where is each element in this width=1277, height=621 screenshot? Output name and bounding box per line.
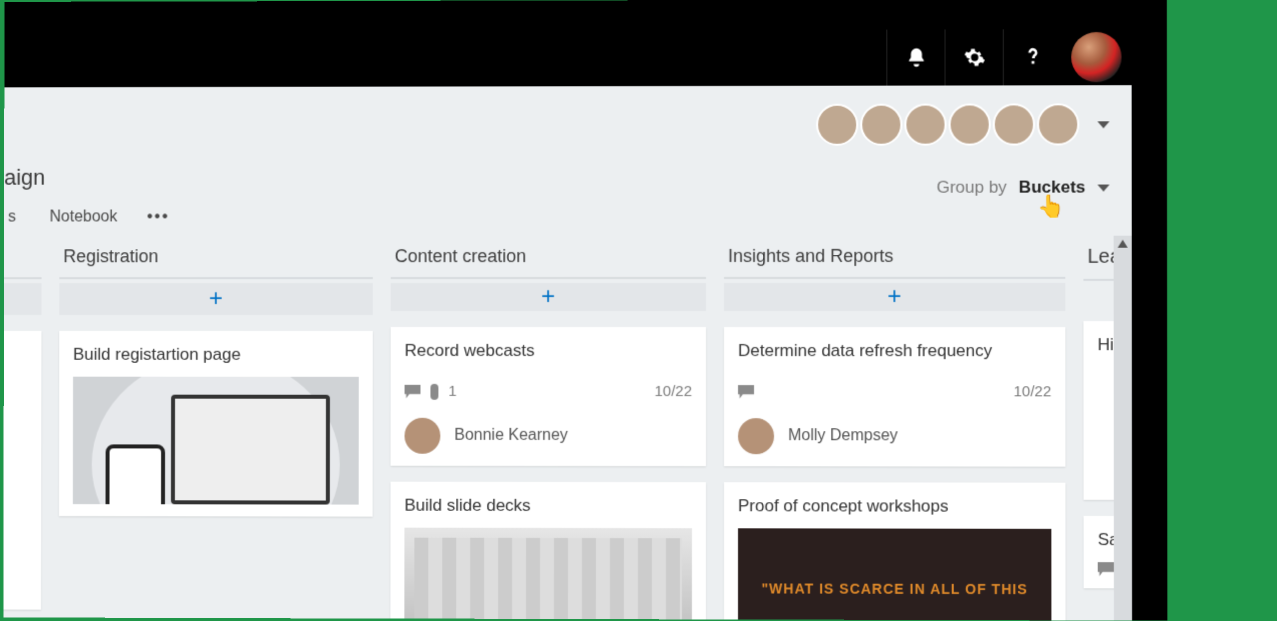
assignee-name: Molly Dempsey (788, 427, 898, 445)
task-meta: 1 10/22 (405, 383, 692, 400)
content-area: aign s Notebook ••• Group by Buckets 👆 (3, 85, 1132, 620)
kanban-board: Registration + Build registartion page (3, 240, 1132, 621)
question-icon (1021, 46, 1043, 68)
task-due-date: 10/22 (654, 383, 692, 400)
bucket-header[interactable] (3, 240, 41, 279)
task-card[interactable]: Proof of concept workshops "WHAT IS SCAR… (724, 482, 1066, 620)
task-title: Proof of concept workshops (738, 496, 1051, 517)
bucket-header[interactable]: Content creation (391, 240, 706, 279)
task-title: Build slide decks (404, 496, 692, 516)
assignee-name: Bonnie Kearney (454, 427, 568, 445)
task-card-partial[interactable] (3, 331, 41, 610)
avatar-image (1071, 32, 1121, 82)
task-card[interactable]: Determine data refresh frequency 10/22 M… (724, 327, 1065, 467)
plan-title: aign (4, 165, 45, 191)
member-avatar[interactable] (1037, 103, 1079, 145)
quote-text: "WHAT IS SCARCE IN ALL OF THIS (762, 578, 1028, 600)
bucket-column-insights: Insights and Reports + Determine data re… (724, 240, 1066, 621)
task-assignee: Bonnie Kearney (405, 418, 692, 454)
group-by-value: Buckets (1019, 178, 1086, 198)
comment-icon (738, 385, 754, 399)
help-button[interactable] (1003, 29, 1061, 85)
bucket-column-content: Content creation + Record webcasts 1 10/… (390, 240, 706, 619)
tab-notebook[interactable]: Notebook (46, 203, 122, 233)
add-task-button[interactable]: + (59, 283, 373, 315)
top-app-bar (4, 29, 1131, 87)
current-user-avatar[interactable] (1061, 29, 1132, 85)
member-avatar[interactable] (816, 104, 858, 146)
task-card[interactable]: Build registartion page (59, 331, 373, 517)
scroll-up-icon (1118, 240, 1128, 248)
task-title: Record webcasts (405, 341, 692, 361)
bucket-column-partial (3, 240, 41, 617)
group-by-control[interactable]: Group by Buckets (936, 178, 1109, 198)
task-preview-image (404, 528, 692, 621)
task-preview-image (73, 377, 359, 505)
member-avatar[interactable] (949, 103, 991, 145)
app-screen: aign s Notebook ••• Group by Buckets 👆 (3, 29, 1132, 621)
assignee-avatar (405, 418, 441, 454)
member-avatar[interactable] (860, 104, 902, 146)
bucket-header[interactable]: Insights and Reports (724, 240, 1065, 279)
task-card[interactable]: Record webcasts 1 10/22 Bonnie Kearney (391, 327, 706, 466)
plan-tabs: s Notebook ••• (4, 202, 170, 232)
comment-icon (405, 384, 421, 398)
vertical-scrollbar[interactable] (1114, 236, 1132, 621)
task-assignee: Molly Dempsey (738, 418, 1051, 454)
tab-partial[interactable]: s (4, 203, 20, 233)
chevron-down-icon (1097, 184, 1109, 191)
group-by-label: Group by (936, 178, 1006, 198)
add-task-button[interactable]: + (724, 283, 1065, 311)
task-title: Build registartion page (73, 345, 359, 365)
tab-more[interactable]: ••• (147, 208, 170, 226)
devices-illustration (92, 377, 340, 505)
add-task-button[interactable]: + (391, 283, 706, 311)
task-due-date: 10/22 (1013, 383, 1051, 400)
gear-icon (963, 46, 985, 68)
task-card[interactable]: Build slide decks (390, 482, 706, 621)
plan-members (818, 103, 1109, 146)
member-avatar[interactable] (904, 104, 946, 146)
notifications-button[interactable] (886, 29, 944, 85)
task-title: Determine data refresh frequency (738, 341, 1051, 361)
attachment-icon (430, 383, 438, 399)
task-meta: 10/22 (738, 383, 1051, 400)
member-avatar[interactable] (993, 103, 1035, 145)
add-task-button[interactable] (3, 283, 41, 315)
assignee-avatar (738, 418, 774, 454)
comment-icon (1098, 562, 1114, 576)
device-frame: aign s Notebook ••• Group by Buckets 👆 (3, 0, 1167, 621)
settings-button[interactable] (945, 29, 1003, 85)
bucket-header[interactable]: Registration (59, 240, 372, 279)
task-preview-image: "WHAT IS SCARCE IN ALL OF THIS (738, 528, 1051, 620)
attachment-count: 1 (448, 383, 456, 400)
members-dropdown-icon[interactable] (1097, 121, 1109, 128)
bell-icon (905, 46, 927, 68)
bucket-column-registration: Registration + Build registartion page (59, 240, 373, 618)
